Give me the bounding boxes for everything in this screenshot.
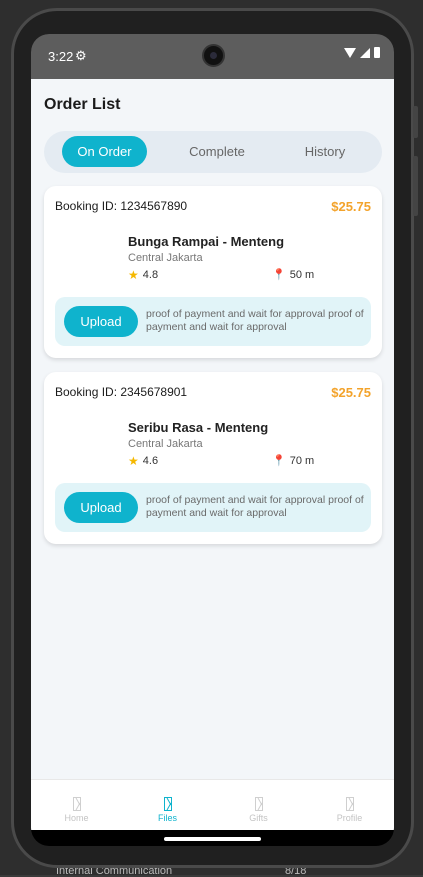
signal-icon [360, 47, 370, 58]
nav-profile[interactable]: Profile [304, 780, 394, 831]
upload-instructions: proof of payment and wait for approval p… [146, 494, 364, 519]
order-price: $25.75 [331, 385, 371, 400]
restaurant-thumbnail [55, 230, 115, 280]
location-pin-icon: 📍 [272, 455, 286, 467]
upload-instructions: proof of payment and wait for approval p… [146, 308, 364, 333]
order-price: $25.75 [331, 199, 371, 214]
page-title: Order List [44, 96, 121, 113]
hourglass-icon [254, 797, 263, 811]
rating-value: 4.6 [142, 455, 159, 467]
nav-files[interactable]: Files [122, 780, 213, 831]
restaurant-area: Central Jakarta [128, 252, 203, 264]
distance: 📍 50 m [272, 268, 315, 282]
distance-value: 50 m [289, 268, 315, 281]
booking-id: Booking ID: 1234567890 [55, 199, 188, 213]
booking-id: Booking ID: 2345678901 [55, 385, 188, 399]
order-card[interactable]: Booking ID: 2345678901 $25.75 Seribu Ras… [44, 372, 382, 544]
upload-proof-box: Upload proof of payment and wait for app… [55, 297, 371, 346]
hourglass-icon [345, 797, 354, 811]
status-bar: 3:22 ⚙ [31, 34, 394, 79]
nav-label: Files [157, 813, 177, 823]
settings-status-icon: ⚙ [75, 48, 87, 63]
order-tabs: On Order Complete History [44, 131, 382, 173]
nav-label: Home [64, 813, 89, 823]
restaurant-name: Seribu Rasa - Menteng [128, 420, 269, 435]
upload-proof-box: Upload proof of payment and wait for app… [55, 483, 371, 532]
distance-value: 70 m [289, 454, 315, 467]
home-gesture-bar[interactable] [164, 837, 261, 841]
upload-button[interactable]: Upload [64, 492, 138, 523]
phone-screen: 3:22 ⚙ Order List On Order Complete Hist… [31, 34, 394, 846]
location-pin-icon: 📍 [272, 269, 286, 281]
tab-complete[interactable]: Complete [172, 136, 262, 167]
rating: ★ 4.6 [128, 454, 158, 468]
hourglass-icon [72, 797, 81, 811]
volume-button[interactable] [413, 106, 418, 138]
nav-gifts[interactable]: Gifts [213, 780, 304, 831]
power-button[interactable] [413, 156, 418, 216]
front-camera [202, 44, 225, 67]
app-content: Order List On Order Complete History Boo… [31, 79, 394, 779]
tab-on-order[interactable]: On Order [62, 136, 147, 167]
status-time: 3:22 [48, 49, 74, 64]
restaurant-area: Central Jakarta [128, 438, 203, 450]
bottom-navigation: Home Files Gifts Profile [31, 779, 394, 830]
nav-label: Profile [336, 813, 363, 823]
battery-icon [374, 47, 380, 58]
star-icon: ★ [128, 454, 139, 468]
status-icons [344, 47, 380, 58]
nav-home[interactable]: Home [31, 780, 122, 831]
wifi-icon [344, 47, 356, 58]
order-card[interactable]: Booking ID: 1234567890 $25.75 Bunga Ramp… [44, 186, 382, 358]
restaurant-thumbnail [55, 416, 115, 466]
phone-frame: 3:22 ⚙ Order List On Order Complete Hist… [11, 8, 418, 868]
star-icon: ★ [128, 268, 139, 282]
rating: ★ 4.8 [128, 268, 158, 282]
hourglass-icon [163, 797, 172, 811]
upload-button[interactable]: Upload [64, 306, 138, 337]
tab-history[interactable]: History [280, 136, 370, 167]
nav-label: Gifts [249, 813, 268, 823]
restaurant-name: Bunga Rampai - Menteng [128, 234, 285, 249]
distance: 📍 70 m [272, 454, 315, 468]
rating-value: 4.8 [142, 269, 159, 281]
